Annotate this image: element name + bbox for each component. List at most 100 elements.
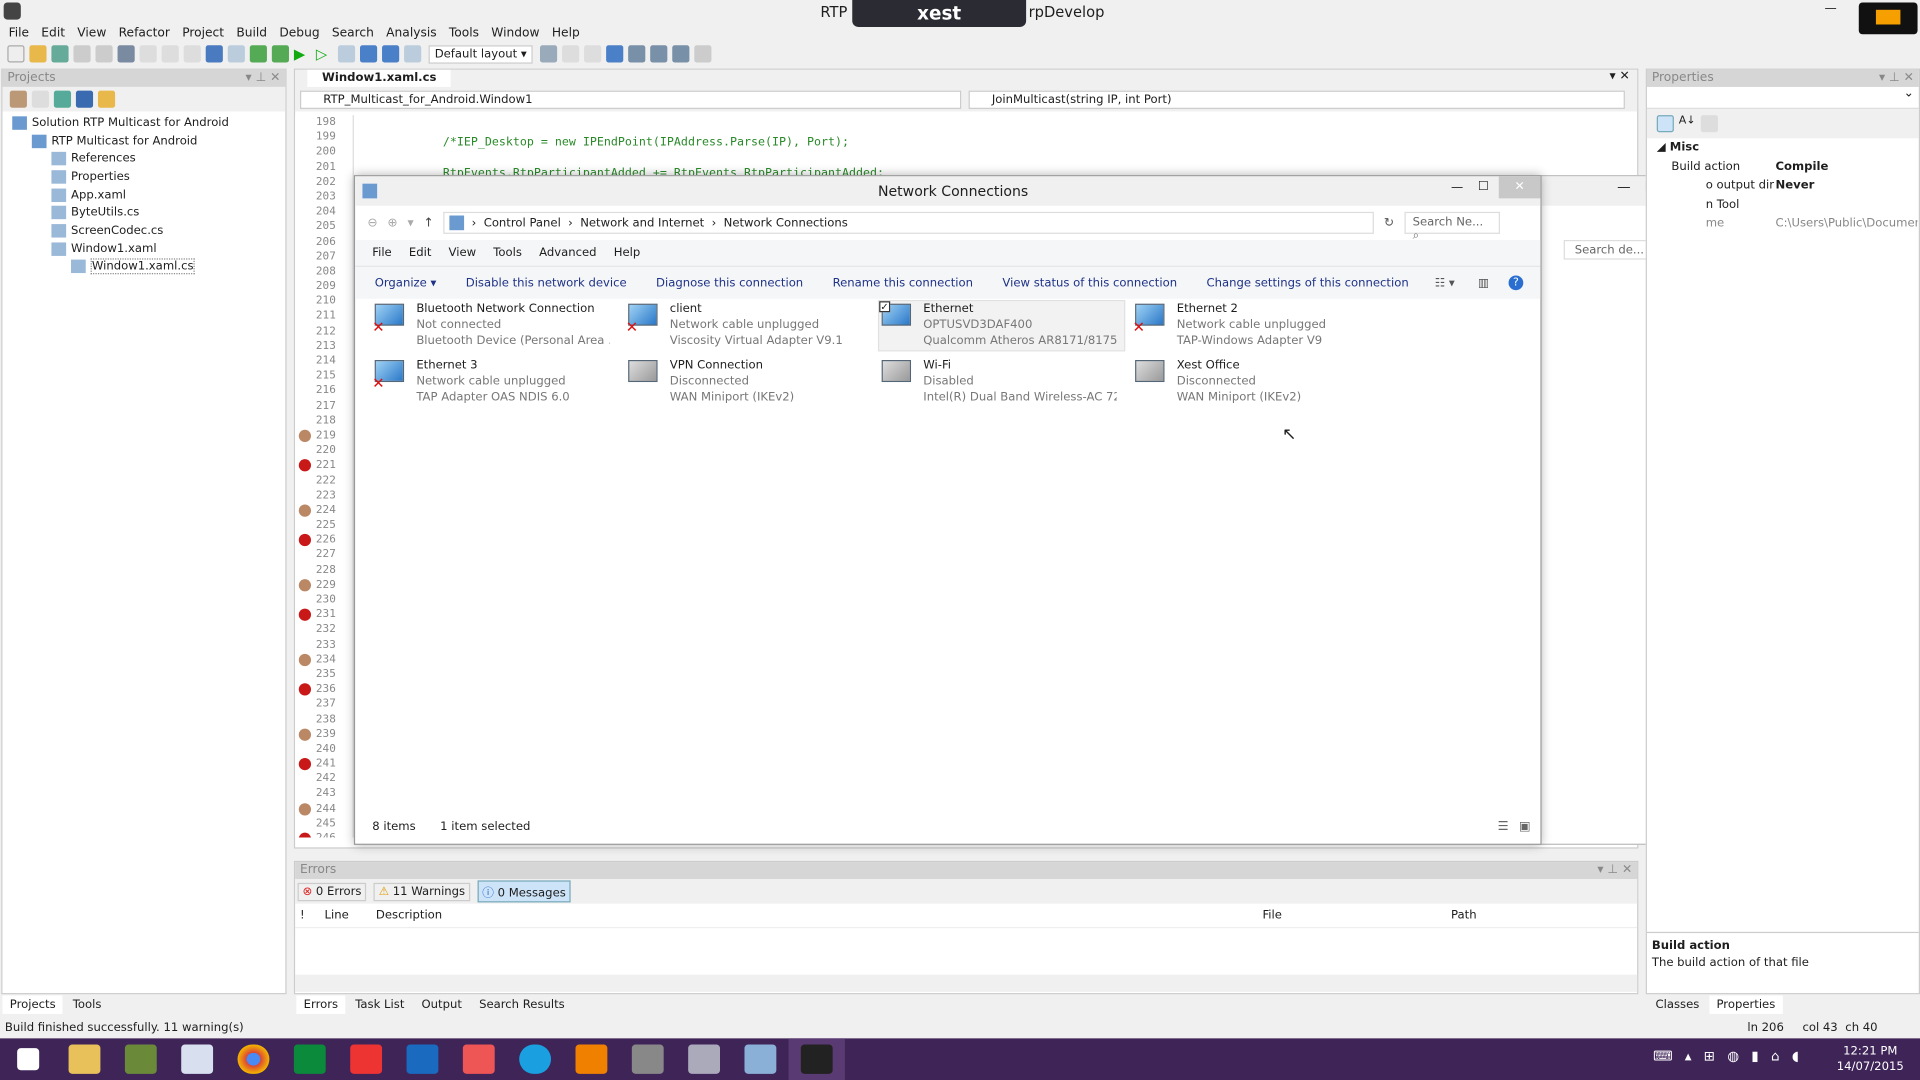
panel-controls[interactable]: ▾ ⊥ ✕	[246, 70, 281, 87]
tray-app-icon[interactable]: ◍	[1727, 1048, 1739, 1064]
up-button[interactable]: ↑	[423, 216, 433, 229]
taskbar-outlook[interactable]	[394, 1038, 450, 1080]
bookmark-icon[interactable]	[298, 429, 312, 442]
screen-icon[interactable]	[672, 45, 690, 63]
undo-icon[interactable]	[205, 45, 223, 63]
volume-icon[interactable]: ◖	[1792, 1048, 1799, 1064]
property-pages-icon[interactable]	[1700, 115, 1718, 133]
property-row[interactable]: me C:\Users\Public\Documents	[1647, 214, 1919, 233]
delete-icon[interactable]	[183, 45, 201, 63]
taskbar-vlc[interactable]	[563, 1038, 619, 1080]
clock[interactable]: 12:21 PM 14/07/2015	[1837, 1043, 1904, 1075]
tab-properties[interactable]: Properties	[1709, 995, 1783, 1014]
breakpoint-icon[interactable]	[298, 534, 312, 547]
taskbar-apps[interactable]	[451, 1038, 507, 1080]
tab-output[interactable]: Output	[414, 996, 469, 1014]
help-icon[interactable]: ?	[1508, 275, 1524, 291]
tab-task-list[interactable]: Task List	[348, 996, 412, 1014]
menu-file[interactable]: File	[9, 26, 29, 39]
view-status-button[interactable]: View status of this connection	[1002, 276, 1177, 289]
taskbar-skype[interactable]	[507, 1038, 563, 1080]
warnings-filter[interactable]: ⚠ 11 Warnings	[373, 882, 471, 901]
taskbar-word[interactable]	[113, 1038, 169, 1080]
cut-icon[interactable]	[117, 45, 135, 63]
open-project-icon[interactable]	[51, 45, 69, 63]
tab-projects[interactable]: Projects	[2, 995, 64, 1014]
menu-tools[interactable]: Tools	[449, 26, 479, 39]
comment-icon[interactable]	[562, 45, 580, 63]
collapse-icon[interactable]	[75, 90, 94, 108]
back-button[interactable]: ⊖	[367, 216, 377, 229]
close-tab-button[interactable]: ▾ ✕	[1609, 70, 1629, 83]
taskbar-control-panel[interactable]	[732, 1038, 788, 1080]
property-row[interactable]: Build action Compile	[1647, 157, 1919, 176]
bg-minimize-button[interactable]: —	[1617, 179, 1630, 195]
tab-classes[interactable]: Classes	[1648, 996, 1707, 1014]
open-icon[interactable]	[29, 45, 47, 63]
tree-item[interactable]: ScreenCodec.cs	[2, 222, 285, 240]
selection-checkbox[interactable]: ✓	[879, 301, 891, 313]
tree-item[interactable]: Window1.xaml.cs	[2, 258, 285, 276]
minimize-button[interactable]: —	[1824, 2, 1836, 15]
menu-build[interactable]: Build	[236, 26, 267, 39]
taskbar-file-explorer[interactable]	[56, 1038, 112, 1080]
connection-item[interactable]: ✓ Ethernet OPTUSVD3DAF400 Qualcomm Atheros …	[877, 300, 1126, 352]
connection-item[interactable]: ✕ Bluetooth Network Connection Not connect…	[372, 301, 617, 350]
horizontal-scrollbar[interactable]	[295, 974, 1638, 992]
battery-icon[interactable]: ▮	[1751, 1048, 1758, 1064]
indent-icon[interactable]	[584, 45, 602, 63]
forward-button[interactable]: ⊕	[387, 216, 397, 229]
connection-item[interactable]: ✕ Ethernet 3 Network cable unplugged TAP Ad…	[372, 358, 617, 407]
menu-debug[interactable]: Debug	[279, 26, 319, 39]
tree-item[interactable]: RTP Multicast for Android	[2, 132, 285, 150]
code-area[interactable]: /*IEP_Desktop = new IPEndPoint(IPAddress…	[359, 121, 884, 181]
object-selector[interactable]: ⌄	[1646, 87, 1919, 109]
alphabetical-icon[interactable]: A↓	[1679, 115, 1696, 132]
taskbar-download[interactable]	[338, 1038, 394, 1080]
property-row[interactable]: o output dir Never	[1647, 176, 1919, 195]
tree-item[interactable]: App.xaml	[2, 186, 285, 204]
panel-controls[interactable]: ▾ ⊥ ✕	[1597, 862, 1632, 879]
class-dropdown[interactable]: RTP_Multicast_for_Android.Window1	[300, 90, 962, 109]
minimize-button[interactable]: —	[1451, 181, 1463, 194]
run-without-debug-icon[interactable]: ▷	[316, 45, 333, 62]
breakpoint-icon[interactable]	[298, 459, 312, 472]
breadcrumb-control-panel[interactable]: Control Panel	[484, 216, 561, 229]
search-input[interactable]: Search Ne... ⌕	[1403, 211, 1500, 242]
network-icon[interactable]: ⌂	[1771, 1048, 1780, 1064]
details-view-icon[interactable]: ☰	[1498, 820, 1509, 833]
breadcrumb-network-internet[interactable]: Network and Internet	[580, 216, 704, 229]
bookmark-icon[interactable]	[298, 653, 312, 666]
tab-search-results[interactable]: Search Results	[472, 996, 572, 1014]
show-all-icon[interactable]	[31, 90, 49, 108]
build-icon[interactable]	[249, 45, 267, 63]
copy-icon[interactable]	[139, 45, 157, 63]
dialog-menu-help[interactable]: Help	[614, 246, 641, 259]
connection-item[interactable]: ✕ Ethernet 2 Network cable unplugged TAP-Wi…	[1133, 301, 1378, 350]
paste-icon[interactable]	[161, 45, 179, 63]
connection-item[interactable]: Wi-Fi Disabled Intel(R) Dual Band Wireless…	[879, 358, 1124, 407]
connection-item[interactable]: VPN Connection Disconnected WAN Miniport (…	[626, 358, 871, 407]
bookmark-icon[interactable]	[298, 578, 312, 592]
organize-button[interactable]: Organize ▾	[375, 276, 437, 289]
breadcrumb-network-connections[interactable]: Network Connections	[724, 216, 848, 229]
menu-help[interactable]: Help	[552, 26, 580, 39]
change-settings-button[interactable]: Change settings of this connection	[1206, 276, 1408, 289]
step-into-icon[interactable]	[382, 45, 400, 63]
stop-icon[interactable]	[337, 45, 356, 63]
column-severity[interactable]: !	[300, 909, 305, 922]
breakpoint-icon[interactable]	[298, 832, 312, 838]
connection-item[interactable]: Xest Office Disconnected WAN Miniport (IKE…	[1133, 358, 1378, 407]
print-preview-icon[interactable]	[650, 45, 668, 63]
menu-analysis[interactable]: Analysis	[386, 26, 436, 39]
dialog-menu-advanced[interactable]: Advanced	[539, 246, 596, 259]
bookmark-icon[interactable]	[298, 504, 312, 517]
step-out-icon[interactable]	[404, 45, 422, 63]
diagnose-button[interactable]: Diagnose this connection	[656, 276, 803, 289]
tree-item[interactable]: Solution RTP Multicast for Android	[2, 114, 285, 132]
window-icon[interactable]	[606, 45, 624, 63]
save-icon[interactable]	[73, 45, 91, 63]
format-icon[interactable]	[540, 45, 558, 63]
disable-device-button[interactable]: Disable this network device	[466, 276, 627, 289]
print-icon[interactable]	[628, 45, 646, 63]
